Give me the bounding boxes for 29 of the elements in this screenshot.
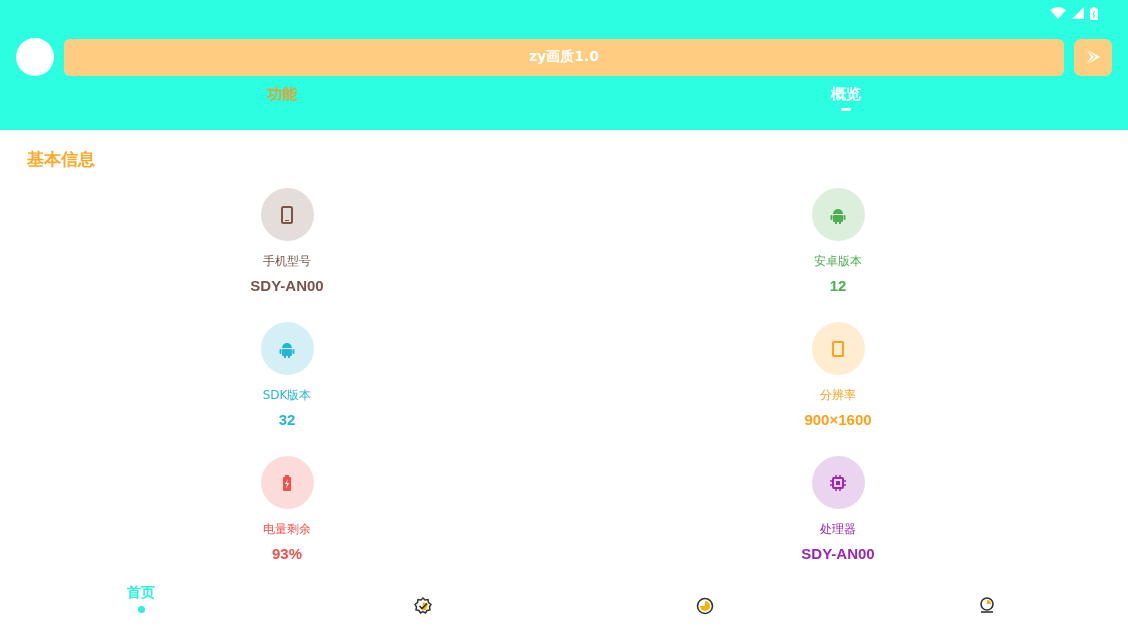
info-label: 电量剩余	[263, 521, 311, 538]
nav-tab[interactable]	[977, 596, 997, 616]
info-label: SDK版本	[262, 387, 312, 404]
badge-check-icon	[413, 596, 433, 616]
active-dot	[137, 606, 145, 613]
info-value: 12	[829, 277, 847, 294]
info-value: 900×1600	[804, 411, 872, 428]
bulb-icon	[977, 596, 997, 616]
battery-icon	[1090, 6, 1098, 20]
pie-chart-icon	[695, 596, 715, 616]
info-label: 分辨率	[820, 387, 856, 404]
section-title: 基本信息	[27, 148, 95, 171]
play-icon	[1084, 48, 1102, 66]
info-label: 处理器	[820, 521, 856, 538]
tab[interactable]: 功能	[267, 85, 297, 104]
info-label: 安卓版本	[814, 253, 862, 270]
info-value: SDY-AN00	[250, 277, 324, 294]
app-title-bar: zy画质1.0	[64, 38, 1064, 76]
nav-tab[interactable]	[413, 596, 433, 616]
wifi-icon	[1050, 7, 1066, 19]
nav-tab[interactable]	[695, 596, 715, 616]
tab-indicator	[841, 108, 851, 111]
info-value: 32	[278, 411, 296, 428]
tab[interactable]: 概览	[831, 85, 861, 104]
nav-tab[interactable]: 首页	[127, 584, 155, 613]
info-value: SDY-AN00	[801, 545, 875, 562]
signal-icon	[1072, 7, 1084, 19]
info-label: 手机型号	[263, 253, 311, 270]
info-value: 93%	[272, 545, 302, 562]
